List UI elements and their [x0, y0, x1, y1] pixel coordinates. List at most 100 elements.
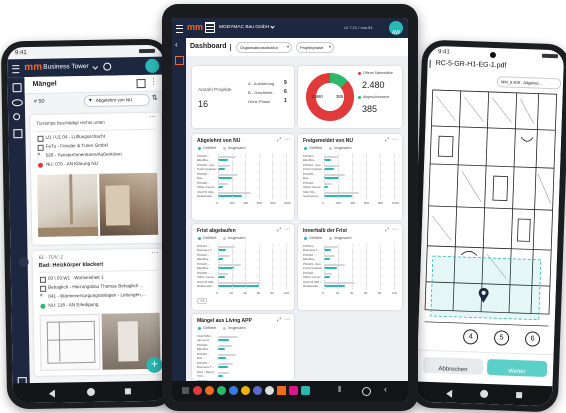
app-dock-icon[interactable]: [253, 386, 262, 395]
brand-logo: mm: [187, 22, 204, 32]
total-bar: [324, 282, 355, 284]
dashboard-icon[interactable]: [175, 56, 184, 65]
rail-gear-icon[interactable]: [13, 113, 21, 121]
panel-more-icon[interactable]: ⋯: [392, 136, 398, 143]
app-dock-icon[interactable]: [301, 386, 310, 395]
panel-more-icon[interactable]: ⋯: [284, 136, 290, 143]
app-dock-icon[interactable]: [265, 386, 274, 395]
rail-eye-icon[interactable]: [11, 99, 23, 107]
menu-icon[interactable]: [12, 65, 20, 74]
filtered-bar: [218, 284, 259, 287]
expand-icon[interactable]: ⤢: [385, 227, 389, 233]
app-dock-icon[interactable]: [193, 386, 202, 395]
plan-badge[interactable]: MM_6.409 - Allgemei...: [496, 76, 562, 90]
project-phase-dropdown[interactable]: Projektphase ▾: [296, 42, 334, 53]
grid-line: [324, 154, 325, 199]
panel-more-icon[interactable]: ⋯: [284, 226, 290, 233]
back-icon[interactable]: [48, 389, 56, 398]
total-bar: [324, 174, 345, 176]
collapse-icon[interactable]: ‹: [175, 40, 178, 49]
more-vertical-icon[interactable]: ⋮: [149, 77, 157, 86]
home-icon[interactable]: [479, 389, 489, 399]
expand-icon[interactable]: ⤢: [277, 317, 281, 323]
grid-line: [380, 154, 381, 199]
axis-label: 4: [468, 333, 473, 341]
recents-icon[interactable]: ⦀: [338, 385, 342, 395]
selection-area: [430, 255, 542, 321]
card-status: NU: 118 - AN Erledigung: [48, 301, 99, 308]
defect-card[interactable]: ⋯ Türrampe beschädigt rechts unten U1 \ …: [30, 112, 164, 245]
total-bar: [324, 255, 335, 257]
recents-icon[interactable]: [124, 388, 131, 395]
layers-icon[interactable]: [136, 78, 146, 89]
app-dock-icon[interactable]: [229, 386, 238, 395]
rail-list-icon[interactable]: [12, 83, 22, 93]
status-time: 9:41: [437, 49, 450, 56]
next-button[interactable]: Weiter: [486, 358, 548, 378]
card-trade: 026 - Fenster/Innentüren/Außentüren: [45, 151, 122, 158]
defect-photo[interactable]: [99, 172, 159, 236]
card-location: U1 \ U1.04 - Lüftungsschacht: [45, 133, 106, 140]
org-structure-dropdown[interactable]: Organisationsstruktur ▾: [236, 42, 292, 53]
axis-tick-label: 20: [229, 291, 233, 295]
bar-category-label: POG03 - Elkoffice...: [197, 262, 211, 270]
panel-title: Freigemeldet von NU: [303, 138, 354, 144]
grid-line: [258, 154, 260, 199]
panel-more-icon[interactable]: ⋯: [284, 316, 290, 323]
legend-total: Insgesamt: [228, 236, 246, 240]
expand-icon[interactable]: ⤢: [277, 227, 281, 233]
company-name[interactable]: MODYMAC Bau GmbH: [219, 25, 269, 30]
app-dock-icon[interactable]: [205, 386, 214, 395]
plan-thumbnail[interactable]: [39, 313, 101, 371]
grid-line: [394, 244, 395, 289]
menu-icon[interactable]: [176, 25, 183, 33]
filtered-bar: [218, 347, 225, 350]
expand-icon[interactable]: ⤢: [385, 137, 389, 143]
floor-plan[interactable]: 4 5 6: [417, 85, 563, 353]
section-header: Mängel ⋮: [24, 74, 164, 95]
app-dock-icon[interactable]: [217, 386, 226, 395]
panel-more-icon[interactable]: ⋯: [392, 226, 398, 233]
back-icon[interactable]: [445, 389, 453, 398]
company-icon: [40, 285, 47, 292]
total-bar: [324, 192, 359, 194]
cancel-button[interactable]: Abbrechen: [422, 356, 484, 375]
home-icon[interactable]: [362, 387, 371, 396]
avatar[interactable]: [145, 58, 160, 73]
app-dock-icon[interactable]: [289, 386, 298, 395]
grid-line: [286, 154, 287, 199]
info-icon[interactable]: [103, 62, 112, 71]
chevron-down-icon: [270, 24, 275, 29]
total-bar: [324, 246, 338, 248]
brand-logo: mm: [24, 61, 43, 74]
card-more-icon[interactable]: ⋯: [151, 249, 158, 257]
bar-category-label: UG27A81 - Jan Lenz 81M...: [197, 334, 213, 342]
phase-value: 6: [284, 89, 287, 95]
total-bar: [218, 363, 233, 365]
left-phone: 9:41 mm Business Tower Mängel ⋮ # 50 ▾ A…: [0, 38, 176, 410]
axis-tick-label: 100: [392, 291, 398, 295]
swipe-handle[interactable]: [18, 257, 29, 268]
home-icon[interactable]: [86, 387, 96, 397]
defect-card[interactable]: ⋯ 61 - TÜV_1 Bad: Heizkörper klackert 03…: [32, 248, 166, 376]
app-dock-icon[interactable]: [277, 386, 286, 395]
filtered-bar: [218, 374, 224, 377]
project-name[interactable]: Business Tower: [43, 63, 89, 71]
avatar[interactable]: AW: [389, 21, 403, 36]
grid-line: [338, 154, 339, 199]
total-bar: [218, 165, 231, 167]
legend-dot-teal: [198, 147, 201, 150]
expand-icon[interactable]: ⤢: [277, 137, 281, 143]
rail-export-icon[interactable]: [13, 129, 23, 139]
plus-icon: +: [150, 356, 159, 371]
sort-icon[interactable]: ⇅: [152, 94, 158, 102]
recents-icon[interactable]: [516, 392, 523, 399]
app-dock-icon[interactable]: [182, 387, 189, 394]
defect-photo[interactable]: [37, 173, 99, 237]
back-icon[interactable]: ‹: [384, 384, 387, 394]
legend-dot-teal: [198, 237, 201, 240]
app-dock-icon[interactable]: [241, 386, 250, 395]
filter-chip[interactable]: ▾ Abgelehnt von NU: [83, 93, 150, 108]
card-more-icon[interactable]: ⋯: [149, 113, 156, 121]
more-rows-badge[interactable]: +1: [197, 298, 208, 304]
